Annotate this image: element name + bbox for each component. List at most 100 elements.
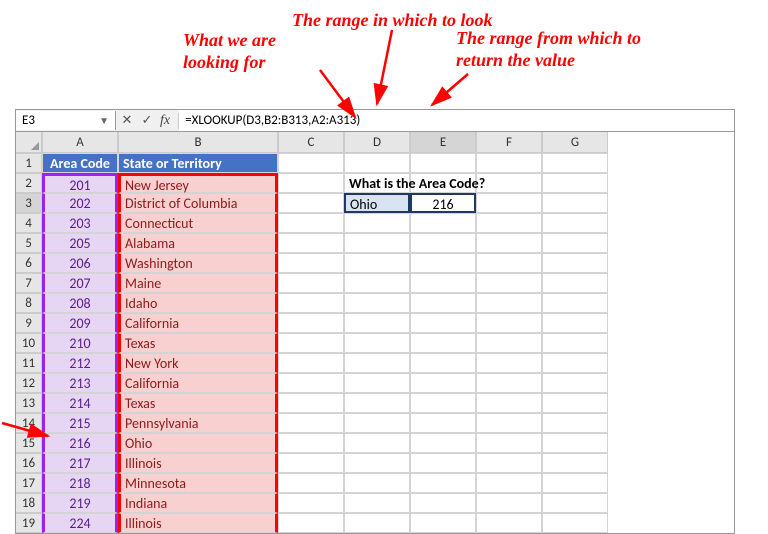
cell[interactable] bbox=[278, 273, 344, 293]
cell[interactable] bbox=[410, 313, 476, 333]
state-cell[interactable]: Texas bbox=[118, 393, 278, 413]
cell[interactable] bbox=[476, 433, 542, 453]
cell[interactable] bbox=[278, 253, 344, 273]
state-cell[interactable]: Washington bbox=[118, 253, 278, 273]
cell[interactable] bbox=[476, 513, 542, 533]
cell[interactable] bbox=[410, 413, 476, 433]
state-cell[interactable]: Idaho bbox=[118, 293, 278, 313]
row-header[interactable]: 16 bbox=[16, 453, 42, 473]
col-header[interactable]: F bbox=[476, 132, 542, 153]
cell[interactable] bbox=[278, 193, 344, 213]
cell[interactable] bbox=[278, 373, 344, 393]
cell[interactable] bbox=[344, 273, 410, 293]
area-code-cell[interactable]: 218 bbox=[42, 473, 118, 493]
row-header[interactable]: 2 bbox=[16, 173, 42, 193]
cell[interactable] bbox=[344, 293, 410, 313]
area-code-cell[interactable]: 217 bbox=[42, 453, 118, 473]
cell[interactable] bbox=[542, 333, 608, 353]
cell[interactable] bbox=[542, 213, 608, 233]
row-header[interactable]: 1 bbox=[16, 153, 42, 173]
row-header[interactable]: 13 bbox=[16, 393, 42, 413]
cell[interactable] bbox=[278, 513, 344, 533]
state-cell[interactable]: Pennsylvania bbox=[118, 413, 278, 433]
state-cell[interactable]: Texas bbox=[118, 333, 278, 353]
state-cell[interactable]: Alabama bbox=[118, 233, 278, 253]
cell[interactable] bbox=[410, 353, 476, 373]
cell[interactable] bbox=[278, 493, 344, 513]
cell[interactable] bbox=[542, 453, 608, 473]
col-header[interactable]: B bbox=[118, 132, 278, 153]
area-code-cell[interactable]: 215 bbox=[42, 413, 118, 433]
result-cell[interactable]: 216 bbox=[410, 193, 476, 213]
cell[interactable] bbox=[410, 473, 476, 493]
cell[interactable] bbox=[344, 433, 410, 453]
row-header[interactable]: 11 bbox=[16, 353, 42, 373]
cell[interactable] bbox=[410, 493, 476, 513]
cell[interactable] bbox=[476, 253, 542, 273]
area-code-cell[interactable]: 207 bbox=[42, 273, 118, 293]
col-header[interactable]: C bbox=[278, 132, 344, 153]
col-header[interactable]: A bbox=[42, 132, 118, 153]
cell[interactable] bbox=[410, 233, 476, 253]
cell[interactable] bbox=[476, 333, 542, 353]
cell[interactable] bbox=[278, 233, 344, 253]
cell[interactable] bbox=[542, 193, 608, 213]
area-code-cell[interactable]: 209 bbox=[42, 313, 118, 333]
cell[interactable] bbox=[344, 473, 410, 493]
cell[interactable] bbox=[410, 213, 476, 233]
cell[interactable] bbox=[344, 313, 410, 333]
cell[interactable] bbox=[410, 333, 476, 353]
fx-icon[interactable]: fx bbox=[158, 113, 179, 129]
prompt-label[interactable]: What is the Area Code? bbox=[344, 173, 410, 193]
accept-icon[interactable]: ✓ bbox=[140, 113, 154, 128]
area-code-cell[interactable]: 206 bbox=[42, 253, 118, 273]
cell[interactable] bbox=[278, 153, 344, 173]
cell[interactable] bbox=[542, 273, 608, 293]
cell[interactable] bbox=[344, 353, 410, 373]
cell[interactable] bbox=[476, 153, 542, 173]
cell[interactable] bbox=[476, 193, 542, 213]
cell[interactable] bbox=[344, 373, 410, 393]
cell[interactable] bbox=[476, 413, 542, 433]
cell[interactable] bbox=[344, 393, 410, 413]
cell[interactable] bbox=[542, 353, 608, 373]
cell[interactable] bbox=[476, 293, 542, 313]
cell[interactable] bbox=[542, 493, 608, 513]
name-box[interactable]: E3 ▼ bbox=[16, 111, 116, 130]
cell[interactable] bbox=[278, 433, 344, 453]
table-header-state[interactable]: State or Territory bbox=[118, 153, 278, 173]
cell[interactable] bbox=[542, 293, 608, 313]
area-code-cell[interactable]: 219 bbox=[42, 493, 118, 513]
row-header[interactable]: 5 bbox=[16, 233, 42, 253]
cell[interactable] bbox=[344, 233, 410, 253]
cell[interactable] bbox=[476, 173, 542, 193]
col-header[interactable]: E bbox=[410, 132, 476, 153]
state-cell[interactable]: California bbox=[118, 313, 278, 333]
cell[interactable] bbox=[278, 213, 344, 233]
cell[interactable] bbox=[344, 253, 410, 273]
row-header[interactable]: 18 bbox=[16, 493, 42, 513]
cell[interactable] bbox=[476, 213, 542, 233]
state-cell[interactable]: Ohio bbox=[118, 433, 278, 453]
col-header[interactable]: D bbox=[344, 132, 410, 153]
cell[interactable] bbox=[278, 353, 344, 373]
cell[interactable] bbox=[278, 473, 344, 493]
state-cell[interactable]: New York bbox=[118, 353, 278, 373]
area-code-cell[interactable]: 201 bbox=[42, 173, 118, 193]
cell[interactable] bbox=[542, 173, 608, 193]
cell[interactable] bbox=[410, 253, 476, 273]
cell[interactable] bbox=[542, 153, 608, 173]
cell[interactable] bbox=[410, 513, 476, 533]
area-code-cell[interactable]: 210 bbox=[42, 333, 118, 353]
state-cell[interactable]: California bbox=[118, 373, 278, 393]
area-code-cell[interactable]: 214 bbox=[42, 393, 118, 413]
row-header[interactable]: 14 bbox=[16, 413, 42, 433]
row-header[interactable]: 4 bbox=[16, 213, 42, 233]
cell[interactable] bbox=[542, 473, 608, 493]
cell[interactable] bbox=[344, 213, 410, 233]
cell[interactable] bbox=[278, 333, 344, 353]
select-all-corner[interactable] bbox=[16, 132, 42, 153]
row-header[interactable]: 7 bbox=[16, 273, 42, 293]
grid[interactable]: A B C D E F G 1 Area Code State or Terri… bbox=[16, 132, 734, 533]
cell[interactable] bbox=[542, 233, 608, 253]
